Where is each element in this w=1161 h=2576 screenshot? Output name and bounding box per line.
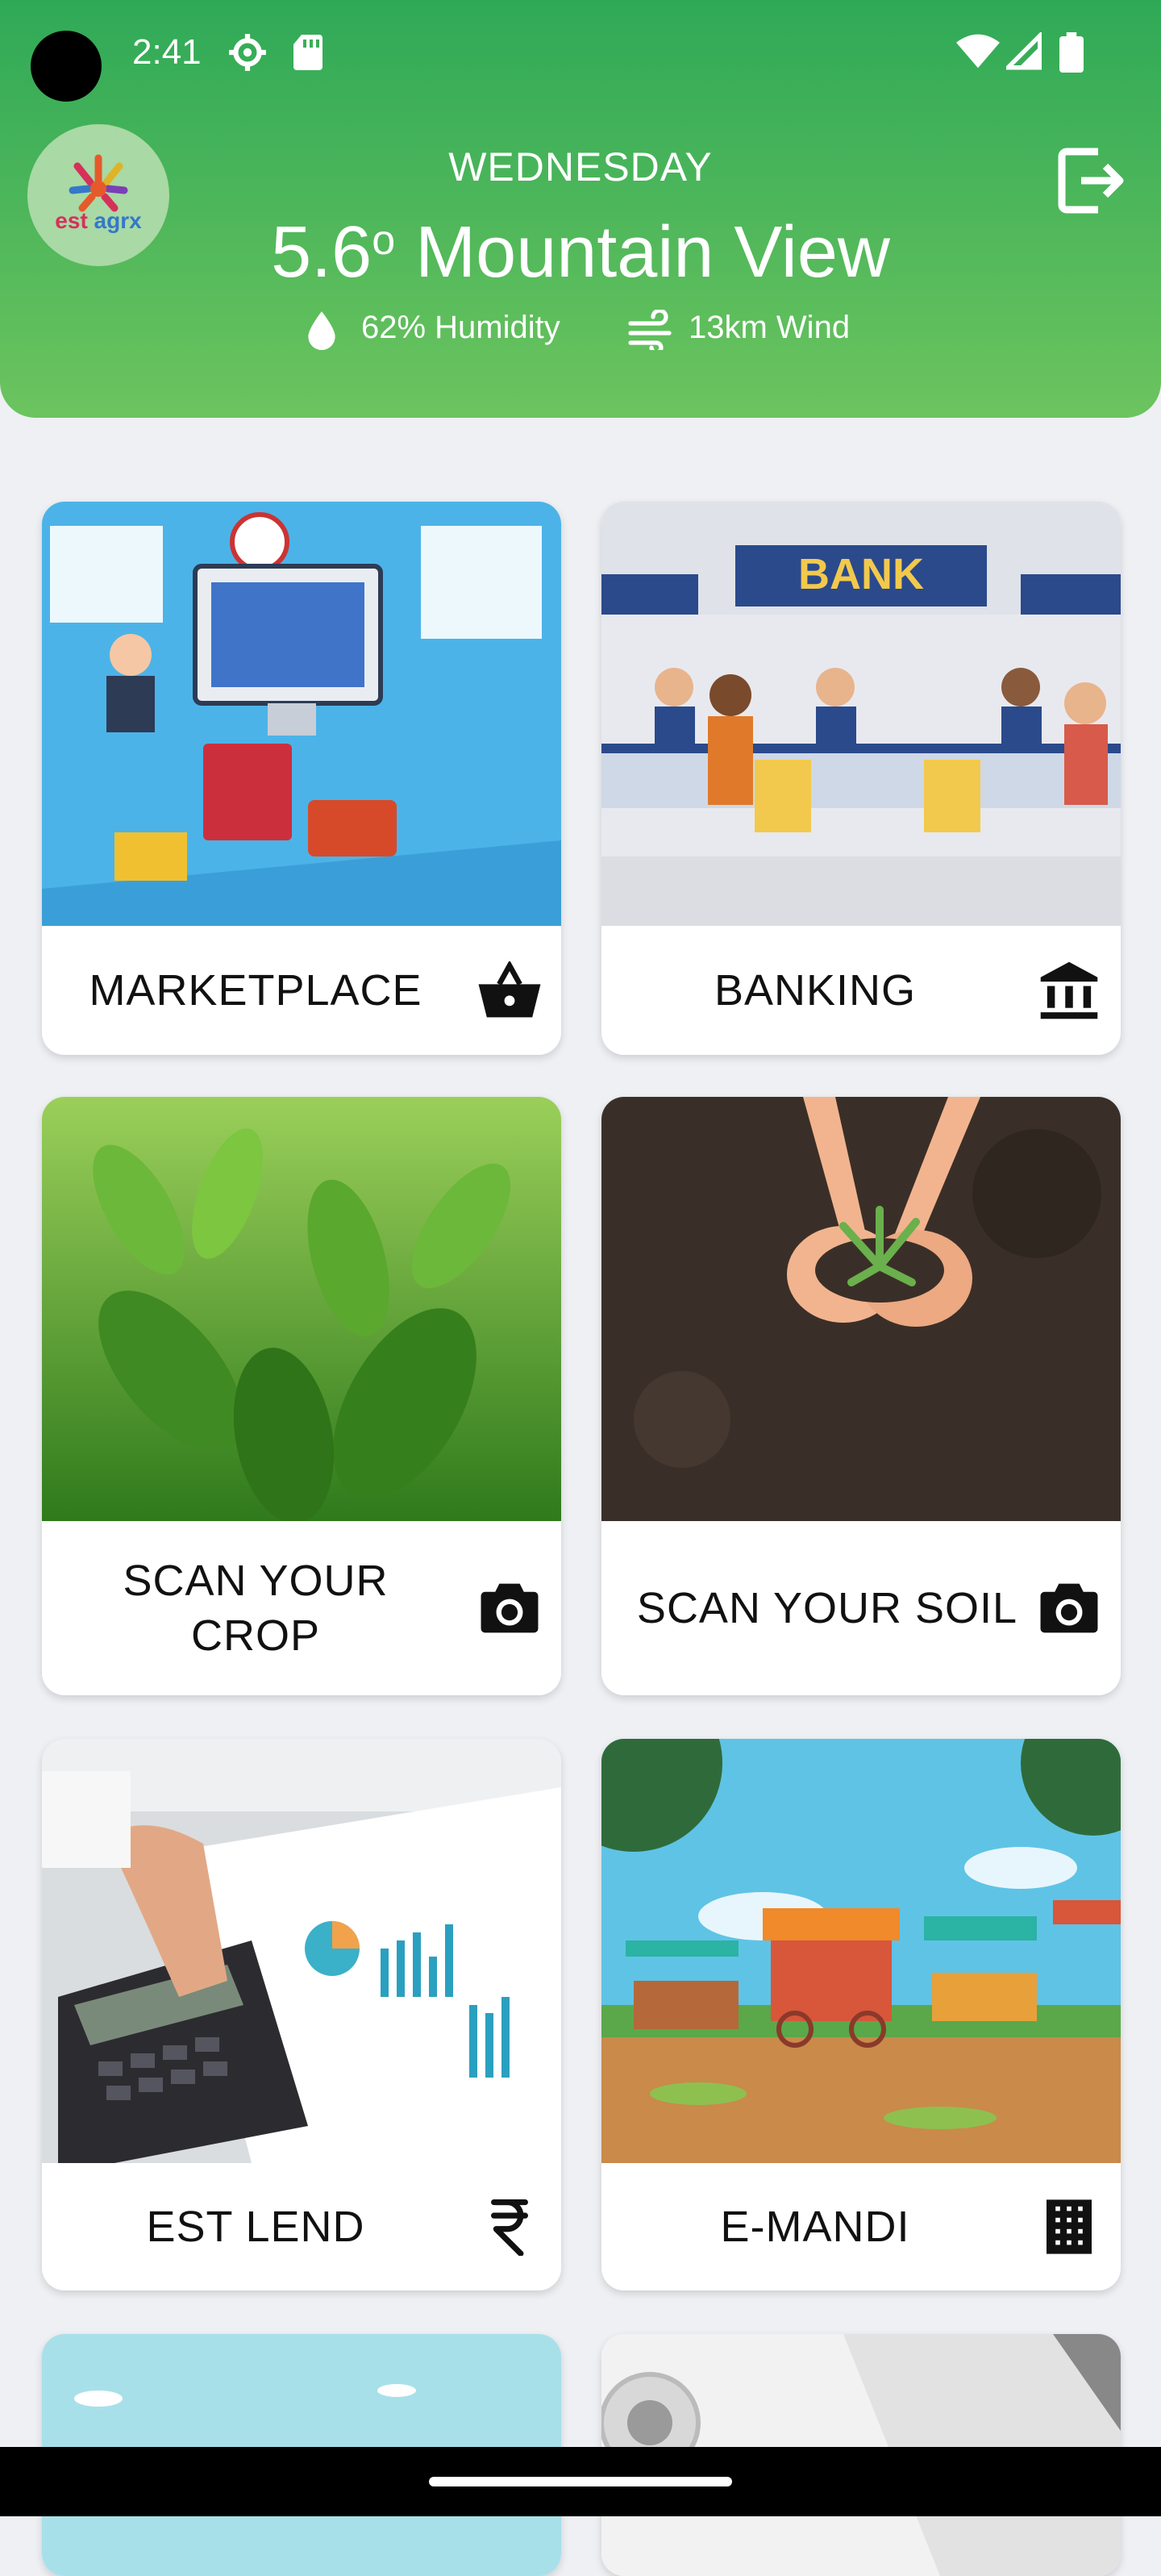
tile-label: EST LEND: [146, 2203, 365, 2251]
home-gesture-handle[interactable]: [429, 2477, 732, 2486]
degree-symbol: o: [372, 217, 396, 264]
crop-photo: [42, 1097, 561, 1521]
est-lend-image: [42, 1739, 561, 2163]
tile-scan-your-soil[interactable]: SCAN YOUR SOIL: [601, 1097, 1121, 1695]
tile-icon: [469, 2198, 550, 2256]
banking-illustration: BANK: [601, 502, 1121, 926]
tile-e-mandi[interactable]: E-MANDI: [601, 1739, 1121, 2290]
tile-icon: [469, 961, 550, 1019]
soil-photo: [601, 1097, 1121, 1521]
marketplace-illustration: [42, 502, 561, 926]
basket-icon: [478, 961, 541, 1018]
tile-icon: [1029, 960, 1109, 1021]
tile-label-row: E-MANDI: [601, 2163, 1121, 2290]
humidity-drop-icon: [308, 311, 335, 350]
tile-scan-your-crop[interactable]: SCAN YOUR CROP: [42, 1097, 561, 1695]
svg-text:BANK: BANK: [798, 550, 924, 598]
market-illustration: [601, 1739, 1121, 2163]
tile-label: SCAN YOUR SOIL: [636, 1584, 1018, 1632]
calculator-photo: [42, 1739, 561, 2163]
tile-label-row: MARKETPLACE: [42, 926, 561, 1055]
logout-icon[interactable]: [1055, 142, 1127, 219]
rupee-icon: [491, 2199, 528, 2256]
marketplace-image: [42, 502, 561, 926]
bank-icon: [1040, 961, 1098, 1019]
grid-icon: [1047, 2199, 1092, 2254]
status-bar: 2:41: [0, 0, 1161, 113]
location-name: Mountain View: [415, 212, 890, 293]
temperature-value: 5.6: [271, 212, 372, 293]
wifi-icon: [956, 34, 1000, 69]
weather-temperature-location: 5.6o Mountain View: [0, 211, 1161, 294]
tile-label: BANKING: [714, 966, 917, 1015]
weather-day: WEDNESDAY: [448, 144, 713, 190]
signal-icon: [1006, 32, 1042, 70]
banking-image: BANK: [601, 502, 1121, 926]
camera-icon: [481, 1583, 539, 1633]
tile-label-row: SCAN YOUR CROP: [42, 1521, 561, 1695]
tile-label: SCAN YOUR CROP: [123, 1557, 389, 1660]
wind-icon: [628, 310, 672, 350]
tile-label-row: EST LEND: [42, 2163, 561, 2290]
tile-label: E-MANDI: [720, 2203, 910, 2251]
tile-icon: [1029, 2199, 1109, 2254]
e-mandi-image: [601, 1739, 1121, 2163]
status-time: 2:41: [132, 32, 202, 72]
tile-est-lend[interactable]: EST LEND: [42, 1739, 561, 2290]
soil-image: [601, 1097, 1121, 1521]
settings-icon: [229, 34, 266, 71]
tile-banking[interactable]: BANK BANKING: [601, 502, 1121, 1055]
tile-label-row: BANKING: [601, 926, 1121, 1055]
wind-text: 13km Wind: [689, 310, 851, 345]
header: 2:41 est agrx WEDNESDAY 5.6o Mountain Vi…: [0, 0, 1161, 418]
tile-icon: [1029, 1582, 1109, 1635]
camera-icon: [1040, 1583, 1098, 1633]
sd-card-icon: [293, 35, 322, 70]
tile-label: MARKETPLACE: [89, 966, 422, 1015]
front-camera: [31, 31, 102, 102]
tile-label-row: SCAN YOUR SOIL: [601, 1521, 1121, 1695]
tile-marketplace[interactable]: MARKETPLACE: [42, 502, 561, 1055]
crop-image: [42, 1097, 561, 1521]
battery-icon: [1059, 32, 1084, 73]
humidity-text: 62% Humidity: [361, 310, 560, 345]
tile-icon: [469, 1582, 550, 1635]
